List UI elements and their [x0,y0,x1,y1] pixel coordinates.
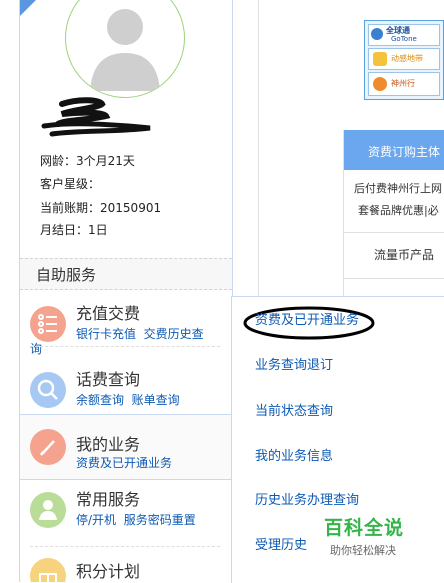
corner-tab [20,0,36,16]
sidebar-item-links: 余额查询 账单查询 [76,391,180,408]
submenu-tariff-services[interactable]: 资费及已开通业务 [255,309,359,328]
gotone-en-label: GoTone [391,35,417,43]
gotone-row: 全球通 GoTone [368,24,440,46]
bill-query-link[interactable]: 账单查询 [132,393,180,407]
submenu-history-query[interactable]: 历史业务办理查询 [255,489,359,508]
easyown-label: 神州行 [391,79,415,88]
person-silhouette-icon [90,9,160,91]
baike-watermark: 百科全说 助你轻松解决 [324,513,404,558]
table-row-divider [344,232,444,233]
sidebar-item-links: 银行卡充值 交费历史查 [76,325,204,342]
pencil-icon [30,429,66,465]
table-cell: 后付费神州行上网 [354,182,442,195]
customer-star: 客户星级： [40,175,100,192]
billing-period: 当前账期：20150901 [40,199,161,216]
divider [30,346,220,347]
mzone-label: 动感地带 [391,54,423,63]
watermark-title: 百科全说 [324,517,405,539]
table-cell: 流量币产品 [374,248,435,262]
redacted-name-scribble [41,97,151,137]
watermark-subtitle: 助你轻松解决 [330,544,396,557]
sidebar-item-title: 话费查询 [76,370,141,389]
sidebar-item-title: 积分计划 [76,562,141,581]
my-business-submenu: 资费及已开通业务 业务查询退订 当前状态查询 我的业务信息 历史业务办理查询 受… [231,296,444,583]
table-header-label: 资费订购主体 [368,145,441,159]
easyown-logo-icon [373,77,387,91]
billing-period-label: 当前账期： [40,201,101,215]
sidebar-item-links: 停/开机 服务密码重置 [76,511,196,528]
user-sidebar: 网龄：3个月21天 客户星级： 当前账期：20150901 月结日：1日 自助服… [19,0,233,582]
easyown-row: 神州行 [368,72,440,96]
network-age-value: 3个月21天 [76,154,135,168]
settlement-day-label: 月结日： [40,223,89,237]
gotone-logo-icon [371,28,383,40]
person-icon [30,492,66,528]
balance-query-link[interactable]: 余额查询 [76,393,124,407]
bank-card-recharge-link[interactable]: 银行卡充值 [76,327,136,341]
avatar [65,0,185,98]
submenu-current-status[interactable]: 当前状态查询 [255,400,333,419]
sidebar-item-points[interactable]: 积分计划 [20,548,232,582]
submenu-business-query-unsubscribe[interactable]: 业务查询退订 [255,354,333,373]
reset-password-link[interactable]: 服务密码重置 [124,513,196,527]
payment-history-link-wrap[interactable]: 询 [30,340,42,357]
settlement-day-value: 1日 [88,223,108,237]
billing-period-value: 20150901 [100,201,162,215]
network-age-label: 网龄： [40,154,77,168]
customer-star-label: 客户星级： [40,177,101,191]
divider [30,546,220,547]
section-header: 自助服务 [20,258,232,290]
settlement-day: 月结日：1日 [40,221,108,238]
payment-history-link[interactable]: 交费历史查 [144,327,204,341]
sidebar-item-title: 常用服务 [76,490,141,509]
sidebar-item-my-business[interactable]: 我的业务 资费及已开通业务 [20,414,232,480]
suspend-resume-link[interactable]: 停/开机 [76,513,116,527]
network-age: 网龄：3个月21天 [40,152,135,169]
magnifier-icon [30,372,66,408]
sidebar-item-common-services[interactable]: 常用服务 停/开机 服务密码重置 [20,482,232,546]
brand-ad-banner[interactable]: 全球通 GoTone 动感地带 神州行 [364,20,444,100]
sidebar-item-recharge[interactable]: 充值交费 银行卡充值 交费历史查 询 [20,296,232,360]
table-header: 资费订购主体 [344,130,444,170]
mzone-row: 动感地带 [368,48,440,70]
tariff-services-link[interactable]: 资费及已开通业务 [76,454,172,471]
section-title: 自助服务 [36,266,97,284]
table-row-divider [344,278,444,279]
submenu-acceptance-history[interactable]: 受理历史 [255,534,307,553]
mzone-logo-icon [373,52,387,66]
table-cell: 套餐品牌优惠|必 [358,204,439,217]
list-icon [30,306,66,342]
sidebar-item-title: 充值交费 [76,304,141,323]
gift-icon [30,558,66,582]
sidebar-item-title: 我的业务 [76,435,141,454]
submenu-my-business-info[interactable]: 我的业务信息 [255,445,333,464]
